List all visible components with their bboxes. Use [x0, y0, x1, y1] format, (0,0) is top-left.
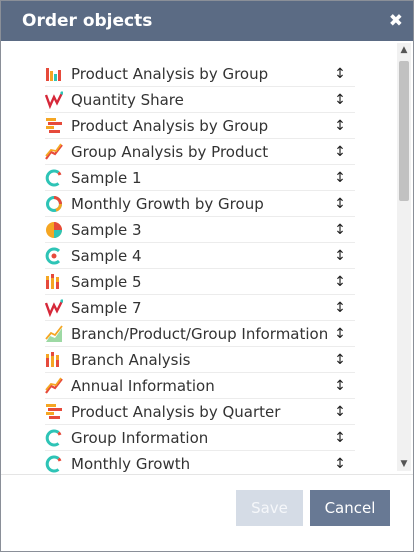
drag-handle-icon[interactable]: ↕ — [333, 456, 347, 472]
drag-handle-icon[interactable]: ↕ — [333, 404, 347, 420]
drag-handle-icon[interactable]: ↕ — [333, 352, 347, 368]
close-icon[interactable]: ✖ — [389, 12, 403, 30]
waterfall-icon — [45, 298, 63, 317]
list-item[interactable]: Product Analysis by Group ↕ — [45, 113, 355, 139]
list-item[interactable]: Sample 7 ↕ — [45, 295, 355, 321]
stacked-bar-icon — [45, 273, 63, 291]
list-item-label: Sample 3 — [71, 220, 142, 239]
dialog-footer: Save Cancel — [1, 474, 413, 551]
list-item-label: Sample 1 — [71, 168, 142, 187]
donut-icon — [45, 429, 63, 447]
list-item-label: Monthly Growth — [71, 454, 191, 473]
list-item-label: Branch Analysis — [71, 350, 191, 369]
list-item[interactable]: Monthly Growth by Group ↕ — [45, 191, 355, 217]
dialog-titlebar: Order objects ✖ — [1, 1, 413, 41]
list-item[interactable]: Branch/Product/Group Information ↕ — [45, 321, 355, 347]
object-list: Product Analysis by Group ↕ Quantity Share… — [45, 61, 355, 477]
list-item[interactable]: Branch Analysis ↕ — [45, 347, 355, 373]
drag-handle-icon[interactable]: ↕ — [333, 300, 347, 316]
pie-chart-icon — [45, 221, 63, 239]
list-item-label: Monthly Growth by Group — [71, 194, 264, 213]
scroll-up-arrow[interactable]: ▲ — [397, 43, 411, 57]
list-item[interactable]: Sample 3 ↕ — [45, 217, 355, 243]
drag-handle-icon[interactable]: ↕ — [333, 196, 347, 212]
order-objects-dialog: Order objects ✖ Product Analysis by Grou… — [0, 0, 414, 552]
dialog-title: Order objects — [22, 11, 153, 31]
list-item-label: Product Analysis by Quarter — [71, 402, 281, 421]
cancel-button[interactable]: Cancel — [310, 490, 390, 526]
list-item-label: Group Information — [71, 428, 209, 447]
list-item-label: Quantity Share — [71, 90, 184, 109]
scroll-down-arrow[interactable]: ▼ — [397, 457, 411, 471]
donut-icon — [45, 455, 63, 473]
list-item-label: Sample 7 — [71, 298, 142, 317]
donut-icon — [45, 169, 63, 187]
area-chart-icon — [45, 324, 63, 343]
scrollbar-thumb[interactable] — [399, 61, 409, 201]
drag-handle-icon[interactable]: ↕ — [333, 170, 347, 186]
list-item-label: Branch/Product/Group Information — [71, 324, 329, 343]
list-item-label: Annual Information — [71, 376, 215, 395]
list-item-label: Product Analysis by Group — [71, 64, 269, 83]
drag-handle-icon[interactable]: ↕ — [333, 92, 347, 108]
gauge-icon — [45, 247, 63, 265]
save-button[interactable]: Save — [236, 490, 303, 526]
drag-handle-icon[interactable]: ↕ — [333, 326, 347, 342]
drag-handle-icon[interactable]: ↕ — [333, 378, 347, 394]
list-item[interactable]: Sample 4 ↕ — [45, 243, 355, 269]
line-chart-icon — [45, 142, 63, 161]
horizontal-bar-icon — [45, 117, 63, 135]
line-chart-icon — [45, 376, 63, 395]
list-item-label: Sample 5 — [71, 272, 142, 291]
drag-handle-icon[interactable]: ↕ — [333, 118, 347, 134]
drag-handle-icon[interactable]: ↕ — [333, 248, 347, 264]
list-item-label: Sample 4 — [71, 246, 142, 265]
list-item[interactable]: Product Analysis by Group ↕ — [45, 61, 355, 87]
list-item-label: Product Analysis by Group — [71, 116, 269, 135]
list-item[interactable]: Group Information ↕ — [45, 425, 355, 451]
list-item[interactable]: Quantity Share ↕ — [45, 87, 355, 113]
ring-icon — [45, 195, 63, 213]
dialog-content: Product Analysis by Group ↕ Quantity Share… — [1, 41, 413, 477]
list-item[interactable]: Annual Information ↕ — [45, 373, 355, 399]
horizontal-bar-icon — [45, 403, 63, 421]
drag-handle-icon[interactable]: ↕ — [333, 144, 347, 160]
list-item[interactable]: Sample 1 ↕ — [45, 165, 355, 191]
list-item[interactable]: Group Analysis by Product ↕ — [45, 139, 355, 165]
bar-chart-icon — [45, 65, 63, 83]
scrollbar[interactable]: ▲ ▼ — [397, 43, 411, 471]
drag-handle-icon[interactable]: ↕ — [333, 274, 347, 290]
list-item[interactable]: Product Analysis by Quarter ↕ — [45, 399, 355, 425]
drag-handle-icon[interactable]: ↕ — [333, 430, 347, 446]
waterfall-icon — [45, 90, 63, 109]
list-item-label: Group Analysis by Product — [71, 142, 269, 161]
drag-handle-icon[interactable]: ↕ — [333, 66, 347, 82]
stacked-bar-icon — [45, 351, 63, 369]
list-item[interactable]: Sample 5 ↕ — [45, 269, 355, 295]
drag-handle-icon[interactable]: ↕ — [333, 222, 347, 238]
